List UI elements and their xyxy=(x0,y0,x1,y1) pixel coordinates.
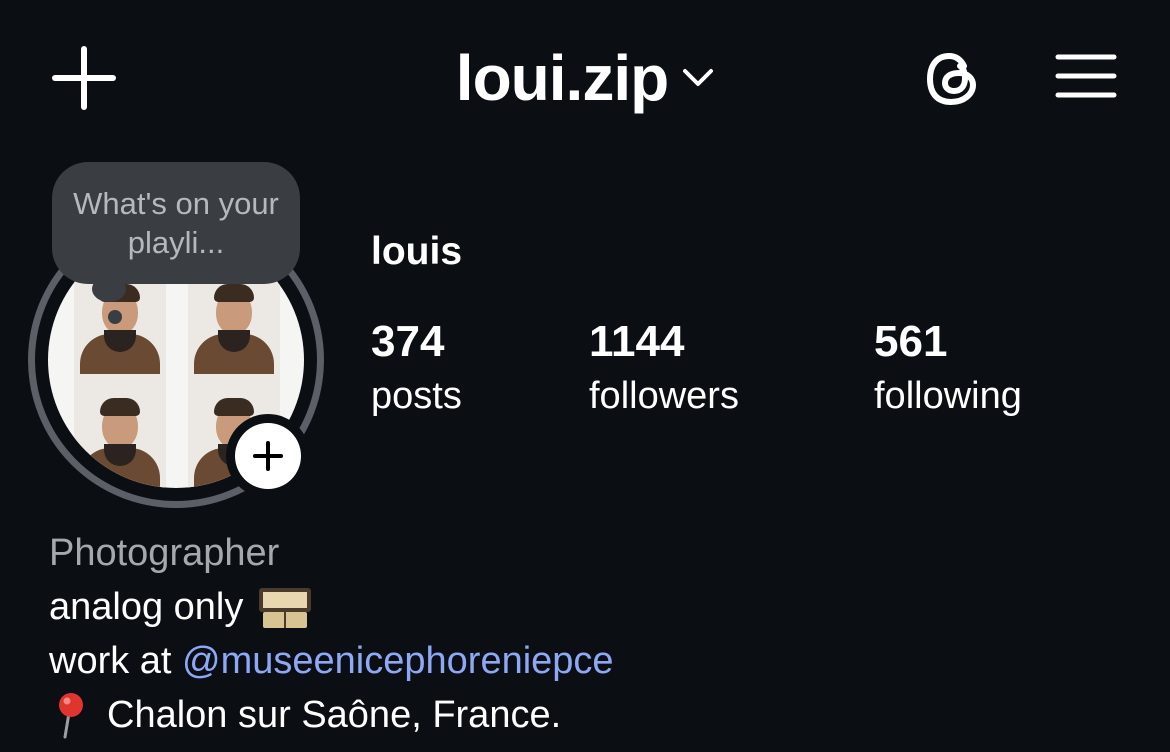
threads-button[interactable] xyxy=(918,44,988,114)
hamburger-menu-icon xyxy=(1055,54,1117,98)
bio: Photographer analog only work at @museen… xyxy=(49,526,614,742)
bio-line-location: Chalon sur Saône, France. xyxy=(49,688,614,742)
stat-value: 561 xyxy=(874,317,948,366)
location-pin-icon xyxy=(59,693,83,739)
note-bubble-tail-dot xyxy=(108,310,122,324)
stat-posts[interactable]: 374 posts xyxy=(371,318,462,422)
note-bubble[interactable]: What's on your playli... xyxy=(52,162,300,284)
mention-link[interactable]: @museenicephoreniepce xyxy=(182,634,614,688)
stat-label: followers xyxy=(589,375,739,417)
stat-value: 374 xyxy=(371,317,445,366)
stat-label: following xyxy=(874,375,1022,417)
username-title: loui.zip xyxy=(455,42,669,114)
bio-line-analog: analog only xyxy=(49,580,614,634)
bio-line-work: work at @museenicephoreniepce xyxy=(49,634,614,688)
note-text: What's on your playli... xyxy=(73,186,279,260)
stat-label: posts xyxy=(371,375,462,417)
film-reel-icon xyxy=(259,588,312,628)
stat-following[interactable]: 561 following xyxy=(874,318,1022,422)
add-story-button[interactable] xyxy=(226,414,310,498)
avatar-photo-strip-frame xyxy=(74,374,166,488)
stat-value: 1144 xyxy=(589,317,685,366)
display-name: louis xyxy=(371,230,463,273)
plus-icon xyxy=(52,46,116,110)
menu-button[interactable] xyxy=(1052,46,1120,106)
bio-text: Chalon sur Saône, France. xyxy=(107,694,562,736)
bio-text: analog only xyxy=(49,586,244,628)
create-button[interactable] xyxy=(50,44,118,112)
threads-icon xyxy=(926,52,977,106)
bio-text: work at xyxy=(49,640,172,682)
bio-category: Photographer xyxy=(49,532,280,574)
account-switcher[interactable]: loui.zip xyxy=(456,41,714,115)
stat-followers[interactable]: 1144 followers xyxy=(589,318,739,422)
chevron-down-icon xyxy=(683,69,714,86)
plus-icon xyxy=(253,441,283,471)
